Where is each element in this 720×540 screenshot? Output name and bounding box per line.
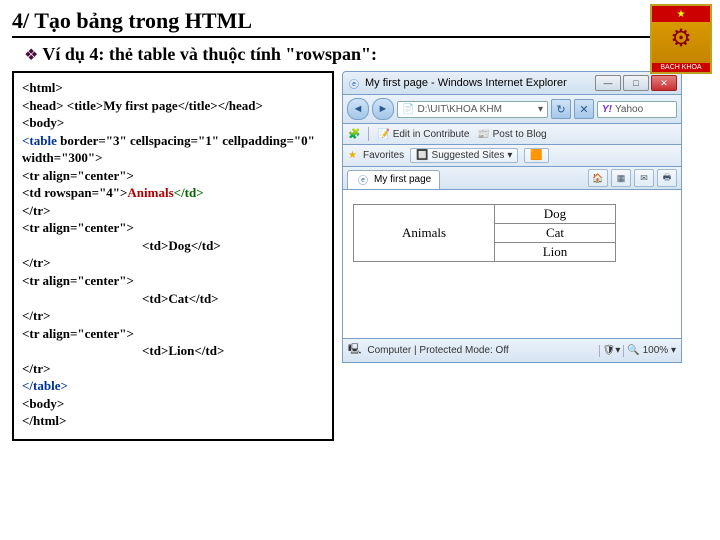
slice-icon: 🟧: [530, 150, 542, 161]
browser-window: ⓔ My first page - Windows Internet Explo…: [342, 71, 682, 441]
edit-contribute-button[interactable]: 📝 Edit in Contribute: [377, 129, 469, 140]
table-cell: Lion: [495, 243, 616, 262]
refresh-button[interactable]: ↻: [551, 99, 571, 119]
code-block: <html> <head> <title>My first page</titl…: [12, 71, 334, 441]
slide-subtitle: ❖Ví dụ 4: thẻ table và thuộc tính "rowsp…: [24, 44, 708, 65]
feeds-button[interactable]: ▦: [611, 169, 631, 187]
table-cell-rowspan: Animals: [354, 205, 495, 262]
computer-icon: 🖳: [348, 342, 361, 359]
suggested-sites-button[interactable]: 🔲Suggested Sites ▾: [410, 148, 518, 163]
page-tab[interactable]: ⓔMy first page: [347, 170, 440, 189]
table-cell: Cat: [495, 224, 616, 243]
yahoo-icon: Y!: [602, 104, 612, 115]
window-title: My first page - Windows Internet Explore…: [365, 77, 591, 89]
table-cell: Dog: [495, 205, 616, 224]
favorites-button[interactable]: Favorites: [363, 150, 404, 161]
slide-heading: 4/ Tạo bảng trong HTML: [12, 8, 708, 38]
folder-icon: 📄: [402, 104, 414, 115]
web-slice-button[interactable]: 🟧: [524, 148, 548, 163]
minimize-button[interactable]: —: [595, 75, 621, 91]
gear-icon: ⚙: [670, 24, 692, 53]
zoom-level[interactable]: 🔍 100% ▾: [627, 345, 676, 356]
maximize-button[interactable]: □: [623, 75, 649, 91]
zone-icon[interactable]: 🛡▾: [603, 345, 621, 356]
stop-button[interactable]: ✕: [574, 99, 594, 119]
search-box[interactable]: Y!Yahoo: [597, 101, 677, 118]
mail-button[interactable]: ✉: [634, 169, 654, 187]
favorites-star-icon[interactable]: ★: [348, 150, 357, 161]
forward-button[interactable]: ►: [372, 98, 394, 120]
page-content: AnimalsDog Cat Lion: [342, 190, 682, 339]
ie-icon: ⓔ: [347, 76, 361, 90]
bullet-icon: ❖: [24, 47, 38, 64]
ie-icon: ⓔ: [356, 173, 370, 187]
print-button[interactable]: 🖶: [657, 169, 677, 187]
title-bar: ⓔ My first page - Windows Internet Explo…: [342, 71, 682, 95]
back-button[interactable]: ◄: [347, 98, 369, 120]
post-blog-button[interactable]: 📰 Post to Blog: [477, 129, 546, 140]
site-icon: 🔲: [416, 150, 428, 161]
status-mode: Computer | Protected Mode: Off: [367, 345, 508, 356]
university-logo: ★ ⚙ BACH KHOA: [650, 4, 712, 74]
home-button[interactable]: 🏠: [588, 169, 608, 187]
rendered-table: AnimalsDog Cat Lion: [353, 204, 616, 262]
close-button[interactable]: ✕: [651, 75, 677, 91]
address-bar[interactable]: 📄D:\UIT\KHOA KHM▾: [397, 101, 548, 118]
contribute-icon: 🧩: [348, 129, 360, 140]
